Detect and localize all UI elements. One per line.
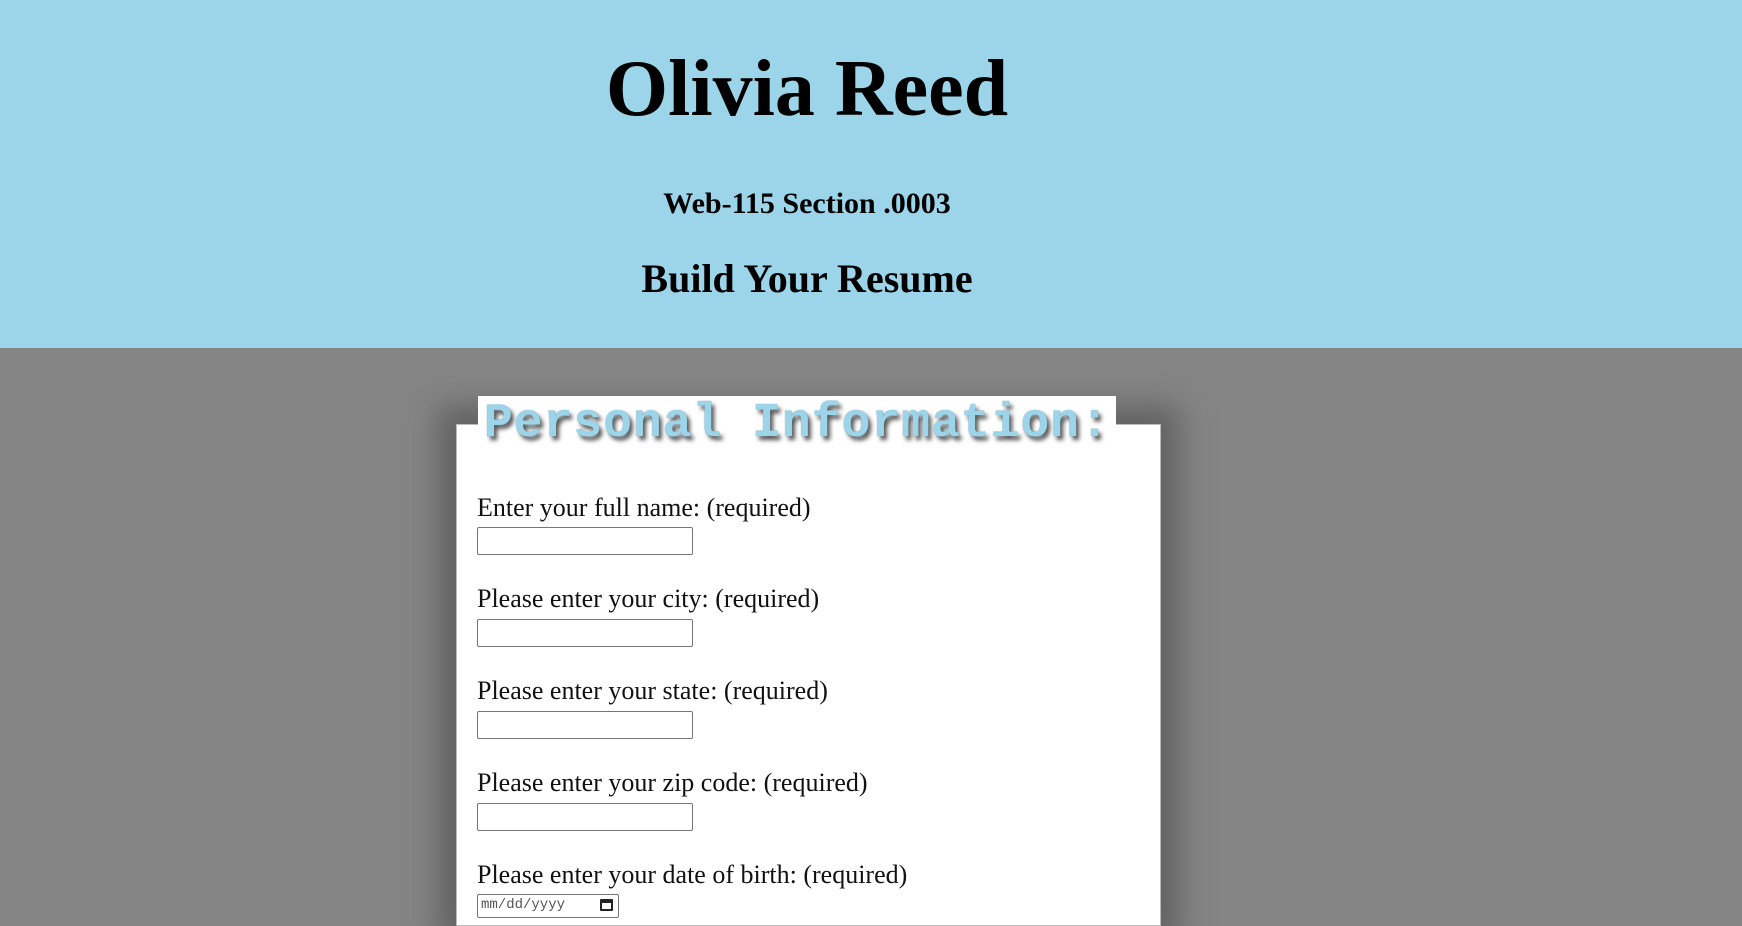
page-subtitle: Build Your Resume bbox=[641, 256, 973, 301]
date-of-birth-label: Please enter your date of birth: (requir… bbox=[477, 860, 908, 889]
date-placeholder: mm/dd/yyyy bbox=[481, 897, 566, 913]
zip-code-label: Please enter your zip code: (required) bbox=[477, 768, 868, 797]
course-section: Web-115 Section .0003 bbox=[663, 187, 951, 220]
city-label: Please enter your city: (required) bbox=[477, 584, 820, 613]
city-input[interactable] bbox=[477, 619, 693, 647]
zip-code-input[interactable] bbox=[477, 803, 693, 831]
state-input[interactable] bbox=[477, 711, 693, 739]
date-of-birth-input[interactable]: mm/dd/yyyy bbox=[477, 894, 619, 918]
full-name-input[interactable] bbox=[477, 527, 693, 555]
personal-info-legend: Personal Information: bbox=[478, 396, 1116, 452]
calendar-icon[interactable] bbox=[600, 899, 613, 911]
page-header: Olivia Reed Web-115 Section .0003 Build … bbox=[0, 0, 1742, 348]
state-label: Please enter your state: (required) bbox=[477, 676, 828, 705]
page-title: Olivia Reed bbox=[605, 45, 1009, 133]
full-name-label: Enter your full name: (required) bbox=[477, 493, 811, 522]
